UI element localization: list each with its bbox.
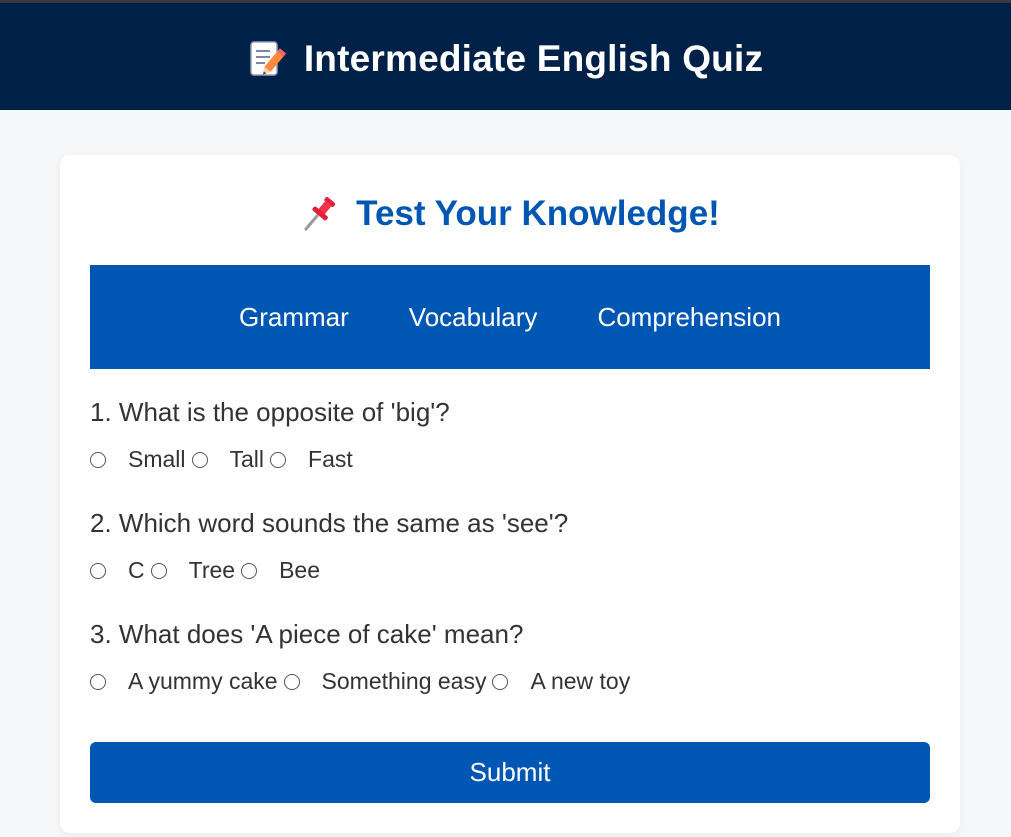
category-tabs: Grammar Vocabulary Comprehension: [90, 265, 930, 369]
card-heading: Test Your Knowledge!: [60, 193, 960, 235]
app-title: Intermediate English Quiz: [303, 38, 764, 79]
answer-label: Something easy: [321, 668, 487, 694]
question-3: 3. What does 'A piece of cake' mean? A y…: [90, 619, 636, 695]
tab-comprehension[interactable]: Comprehension: [597, 302, 781, 333]
radio-button[interactable]: [191, 451, 208, 468]
radio-button[interactable]: [492, 673, 509, 690]
answer-options: A yummy cake Something easy A new toy: [90, 668, 636, 695]
memo-icon: [248, 39, 286, 79]
answer-label: Small: [128, 446, 186, 472]
submit-button[interactable]: Submit: [90, 742, 930, 803]
radio-button[interactable]: [90, 451, 106, 468]
question-text: 1. What is the opposite of 'big'?: [90, 397, 450, 427]
answer-option[interactable]: A yummy cake: [90, 668, 284, 695]
answer-option[interactable]: Something easy: [283, 668, 493, 695]
tab-grammar[interactable]: Grammar: [239, 302, 349, 333]
answer-option[interactable]: Tall: [191, 446, 271, 473]
radio-button[interactable]: [90, 562, 106, 579]
question-2: 2. Which word sounds the same as 'see'? …: [90, 508, 568, 584]
answer-label: A new toy: [530, 668, 631, 694]
question-text: 2. Which word sounds the same as 'see'?: [90, 508, 569, 538]
app-header-content: Intermediate English Quiz: [0, 33, 1011, 85]
answer-option[interactable]: Tree: [150, 557, 241, 584]
quiz-card: Test Your Knowledge! Grammar Vocabulary …: [60, 155, 960, 833]
answer-options: Small Tall Fast: [90, 446, 450, 473]
radio-button[interactable]: [270, 451, 287, 468]
card-title: Test Your Knowledge!: [356, 194, 720, 233]
radio-button[interactable]: [150, 562, 167, 579]
answer-option[interactable]: Fast: [270, 446, 359, 473]
answer-option[interactable]: Bee: [241, 557, 326, 584]
answer-option[interactable]: A new toy: [492, 668, 636, 695]
answer-label: Fast: [308, 446, 353, 472]
answer-options: C Tree Bee: [90, 557, 568, 584]
pushpin-icon: [300, 195, 338, 233]
answer-option[interactable]: Small: [90, 446, 192, 473]
answer-label: Tree: [188, 557, 236, 583]
question-text: 3. What does 'A piece of cake' mean?: [90, 619, 524, 649]
radio-button[interactable]: [283, 673, 300, 690]
answer-option[interactable]: C: [90, 557, 151, 584]
tab-vocabulary[interactable]: Vocabulary: [409, 302, 538, 333]
question-1: 1. What is the opposite of 'big'? Small …: [90, 397, 450, 473]
radio-button[interactable]: [241, 562, 258, 579]
answer-label: Bee: [279, 557, 321, 583]
radio-button[interactable]: [90, 673, 106, 690]
app-header: Intermediate English Quiz: [0, 0, 1011, 110]
answer-label: A yummy cake: [128, 668, 278, 694]
answer-label: C: [128, 557, 145, 583]
answer-label: Tall: [229, 446, 265, 472]
